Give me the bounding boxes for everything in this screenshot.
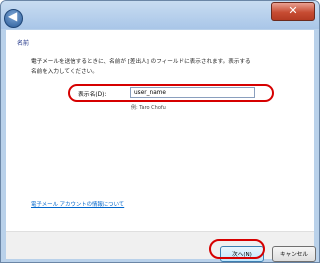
title-bar: ✕ ◀ <box>1 1 319 29</box>
close-icon: ✕ <box>288 4 298 17</box>
wizard-window: ✕ ◀ 名前 電子メールを送信するときに、名前が [差出人] のフィールドに表示… <box>0 0 320 263</box>
close-button[interactable]: ✕ <box>271 2 315 21</box>
display-name-input[interactable] <box>130 87 255 98</box>
cancel-button[interactable]: キャンセル <box>272 246 316 262</box>
intro-line-1: 電子メールを送信するときに、名前が [差出人] のフィールドに表示されます。表示… <box>31 59 251 65</box>
intro-text: 電子メールを送信するときに、名前が [差出人] のフィールドに表示されます。表示… <box>31 57 271 77</box>
next-button-highlight-ring <box>209 239 265 259</box>
back-button[interactable]: ◀ <box>4 9 23 28</box>
display-name-label: 表示名(D): <box>78 92 107 98</box>
page-title: 名前 <box>17 40 30 47</box>
example-text: 例: Taro Chofu <box>131 105 166 111</box>
account-info-link[interactable]: 電子メール アカウントの情報について <box>31 200 124 208</box>
back-arrow-icon: ◀ <box>8 9 18 23</box>
button-bar: 次へ(N) キャンセル <box>6 231 316 262</box>
intro-line-2: 名前を入力してください。 <box>31 69 98 75</box>
wizard-content: 名前 電子メールを送信するときに、名前が [差出人] のフィールドに表示されます… <box>6 30 314 231</box>
